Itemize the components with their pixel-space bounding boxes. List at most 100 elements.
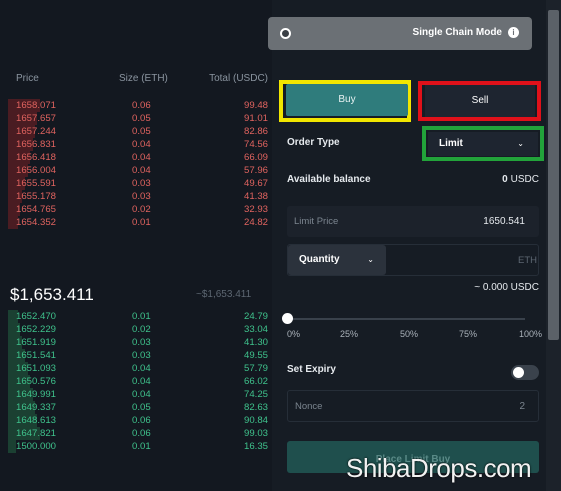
row-size: 0.02 (132, 323, 151, 335)
bid-row[interactable]: 1500.000 0.01 16.35 (0, 439, 272, 453)
row-price: 1655.178 (16, 190, 57, 202)
slider-tick-50[interactable]: 50% (400, 329, 418, 339)
row-size: 0.06 (132, 100, 151, 111)
bid-row[interactable]: 1647.821 0.06 99.03 (0, 426, 272, 440)
quantity-unit: ETH (518, 255, 537, 266)
row-size: 0.01 (132, 216, 151, 228)
row-price: 1650.576 (16, 375, 57, 387)
row-size: 0.04 (132, 164, 151, 176)
bid-row[interactable]: 1652.470 0.01 24.79 (0, 310, 272, 323)
row-total: 99.03 (243, 427, 268, 439)
scrollbar-thumb[interactable] (548, 10, 559, 340)
order-type-select[interactable]: Limit ⌄ (428, 132, 538, 156)
row-price: 1652.229 (16, 323, 57, 335)
ask-row[interactable]: 1655.178 0.03 41.38 (0, 189, 272, 203)
set-expiry-toggle[interactable] (511, 365, 539, 380)
row-price: 1651.093 (16, 362, 57, 374)
row-size: 0.06 (132, 427, 151, 439)
available-balance-value: 0 USDC (502, 174, 539, 185)
approx-usdc-value: ~ 0.000 USDC (474, 282, 539, 293)
row-size: 0.05 (132, 125, 151, 137)
row-total: 57.79 (243, 362, 268, 374)
ask-row[interactable]: 1658.071 0.06 99.48 (0, 99, 272, 112)
nonce-input[interactable]: Nonce 2 (287, 390, 539, 422)
row-size: 0.04 (132, 138, 151, 150)
row-total: 82.63 (243, 401, 268, 413)
quantity-mode-select[interactable]: Quantity ⌄ (288, 245, 386, 275)
ask-row[interactable]: 1657.657 0.05 91.01 (0, 111, 272, 125)
balance-amount: 0 (502, 174, 508, 185)
toggle-circle-icon (280, 28, 291, 39)
row-price: 1652.470 (16, 311, 57, 322)
buy-tab-button[interactable]: Buy (286, 84, 408, 116)
bid-row[interactable]: 1651.919 0.03 41.30 (0, 335, 272, 349)
depth-bar (8, 439, 16, 453)
info-icon[interactable]: i (508, 27, 519, 38)
quantity-select-label: Quantity (299, 254, 340, 265)
ask-row[interactable]: 1657.244 0.05 82.86 (0, 124, 272, 138)
bid-row[interactable]: 1652.229 0.02 33.04 (0, 322, 272, 336)
row-size: 0.01 (132, 440, 151, 452)
row-total: 49.67 (243, 177, 268, 189)
row-total: 57.96 (243, 164, 268, 176)
limit-price-placeholder: Limit Price (294, 216, 339, 227)
amount-slider-track[interactable] (289, 318, 525, 320)
row-price: 1657.657 (16, 112, 57, 124)
ask-row[interactable]: 1655.591 0.03 49.67 (0, 176, 272, 190)
row-price: 1648.613 (16, 414, 57, 426)
mid-price: $1,653.411 (10, 285, 94, 304)
limit-price-value: 1650.541 (483, 216, 525, 227)
limit-price-input[interactable]: Limit Price 1650.541 (287, 206, 539, 237)
total-header: Total (USDC) (209, 73, 268, 84)
slider-tick-100[interactable]: 100% (519, 329, 542, 339)
row-size: 0.04 (132, 362, 151, 374)
mid-price-approx: ~$1,653.411 (196, 289, 252, 300)
ask-row[interactable]: 1656.831 0.04 74.56 (0, 137, 272, 151)
ask-row[interactable]: 1654.352 0.01 24.82 (0, 215, 272, 229)
sell-tab-button[interactable]: Sell (425, 85, 535, 117)
row-price: 1647.821 (16, 427, 57, 439)
ask-row[interactable]: 1654.765 0.02 32.93 (0, 202, 272, 216)
slider-tick-75[interactable]: 75% (459, 329, 477, 339)
row-size: 0.03 (132, 336, 151, 348)
row-total: 82.86 (243, 125, 268, 137)
bid-row[interactable]: 1651.093 0.04 57.79 (0, 361, 272, 375)
amount-slider-handle[interactable] (282, 313, 293, 324)
ask-row[interactable]: 1656.004 0.04 57.96 (0, 163, 272, 177)
bid-row[interactable]: 1650.576 0.04 66.02 (0, 374, 272, 388)
watermark: ShibaDrops.com (346, 453, 532, 483)
row-price: 1656.004 (16, 164, 57, 176)
row-price: 1656.831 (16, 138, 57, 150)
row-size: 0.03 (132, 177, 151, 189)
toggle-knob (513, 367, 524, 378)
row-total: 66.09 (243, 151, 268, 163)
row-size: 0.04 (132, 388, 151, 400)
slider-tick-0[interactable]: 0% (287, 329, 300, 339)
set-expiry-label: Set Expiry (287, 364, 336, 375)
row-size: 0.01 (132, 311, 151, 322)
row-total: 66.02 (243, 375, 268, 387)
order-book-header: Price Size (ETH) Total (USDC) (0, 73, 272, 87)
row-price: 1651.541 (16, 349, 57, 361)
bid-row[interactable]: 1649.337 0.05 82.63 (0, 400, 272, 414)
single-chain-mode-toggle[interactable]: Single Chain Mode i (268, 17, 532, 50)
ask-row[interactable]: 1656.418 0.04 66.09 (0, 150, 272, 164)
row-size: 0.03 (132, 349, 151, 361)
row-total: 41.38 (243, 190, 268, 202)
chevron-down-icon: ⌄ (517, 139, 524, 148)
slider-tick-25[interactable]: 25% (340, 329, 358, 339)
bid-row[interactable]: 1651.541 0.03 49.55 (0, 348, 272, 362)
row-price: 1500.000 (16, 440, 57, 452)
row-size: 0.05 (132, 401, 151, 413)
order-type-label: Order Type (287, 137, 340, 148)
bid-row[interactable]: 1649.991 0.04 74.25 (0, 387, 272, 401)
bid-row[interactable]: 1648.613 0.06 90.84 (0, 413, 272, 427)
row-total: 16.35 (243, 440, 268, 452)
row-price: 1649.337 (16, 401, 57, 413)
row-total: 33.04 (243, 323, 268, 335)
nonce-value: 2 (519, 401, 525, 412)
row-size: 0.04 (132, 151, 151, 163)
row-price: 1649.991 (16, 388, 57, 400)
row-total: 99.48 (243, 100, 268, 111)
row-total: 90.84 (243, 414, 268, 426)
